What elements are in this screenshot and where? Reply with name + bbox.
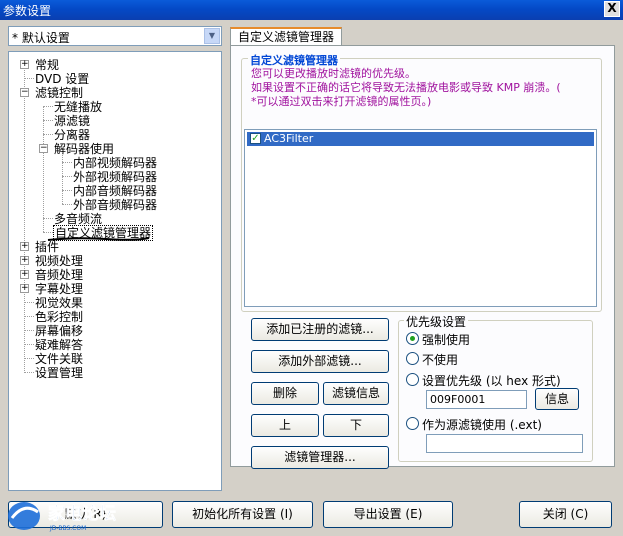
tree-item-internal-audio-decoder[interactable]: 内部音频解码器 (73, 184, 157, 198)
tree-item-screen-offset[interactable]: 屏幕偏移 (35, 324, 83, 338)
info-line: 您可以更改播放时滤镜的优先级。 (251, 67, 416, 80)
tree-line (43, 106, 53, 107)
collapse-icon[interactable]: − (20, 88, 29, 97)
radio-disable-label: 不使用 (422, 353, 459, 367)
expand-icon[interactable]: + (20, 60, 29, 69)
radio-force-use-label: 强制使用 (422, 333, 471, 347)
tree-line (24, 316, 34, 317)
priority-hex-input[interactable]: 009F0001 (426, 390, 527, 409)
tree-line (43, 120, 53, 121)
tree-item-settings-management[interactable]: 设置管理 (35, 366, 83, 380)
radio-as-source-label: 作为源滤镜使用 (.ext) (422, 418, 542, 432)
radio-disable[interactable] (406, 352, 419, 365)
info-line: *可以通过双击来打开滤镜的属性页。) (251, 95, 432, 108)
expand-icon[interactable]: + (20, 256, 29, 265)
tree-item-video-processing[interactable]: 视频处理 (35, 254, 83, 268)
profile-select[interactable]: * 默认设置 ▼ (8, 26, 222, 46)
tree-item-troubleshooting[interactable]: 疑难解答 (35, 338, 83, 352)
svg-text:家电论坛: 家电论坛 (48, 503, 116, 524)
tree-line (62, 176, 72, 177)
tree-line (24, 358, 34, 359)
tree-line (24, 65, 25, 373)
filter-list[interactable]: ✓ AC3Filter (244, 129, 597, 307)
tree-item-general[interactable]: 常规 (35, 58, 59, 72)
profile-select-value: * 默认设置 (12, 31, 70, 45)
radio-force-use[interactable] (406, 332, 419, 345)
radio-set-priority[interactable] (406, 373, 419, 386)
tree-line (24, 372, 34, 373)
tree-line (62, 204, 72, 205)
tree-line (24, 78, 34, 79)
window-title: 参数设置 (3, 4, 52, 18)
filter-name: AC3Filter (264, 132, 314, 145)
priority-info-button[interactable]: 信息 (535, 388, 579, 410)
expand-icon[interactable]: + (20, 242, 29, 251)
tree-item-plugins[interactable]: 插件 (35, 240, 59, 254)
close-button[interactable]: 关闭 (C) (519, 501, 612, 528)
move-down-button[interactable]: 下 (323, 414, 389, 437)
tree-item-external-video-decoder[interactable]: 外部视频解码器 (73, 170, 157, 184)
tree-item-multi-audio[interactable]: 多音频流 (54, 212, 102, 226)
expand-icon[interactable]: + (20, 270, 29, 279)
collapse-icon[interactable]: − (39, 144, 48, 153)
filter-manager-button[interactable]: 滤镜管理器... (251, 446, 389, 469)
list-item[interactable]: ✓ AC3Filter (247, 132, 594, 146)
info-line: 如果设置不正确的话它将导致无法播放电影或导致 KMP 崩溃。( (251, 81, 561, 94)
tree-item-dvd[interactable]: DVD 设置 (35, 72, 89, 86)
filter-info-button[interactable]: 滤镜信息 (323, 382, 389, 405)
export-settings-button[interactable]: 导出设置 (E) (323, 501, 453, 528)
delete-button[interactable]: 删除 (251, 382, 319, 405)
settings-tree[interactable]: + − − + + + + 常规 DVD 设置 滤镜控制 无缝播放 源滤镜 分离… (8, 51, 222, 491)
site-watermark-logo: 家电论坛 JD-BBS.COM (8, 502, 116, 532)
tree-line (24, 344, 34, 345)
tree-item-audio-processing[interactable]: 音频处理 (35, 268, 83, 282)
chevron-down-icon[interactable]: ▼ (204, 28, 220, 44)
radio-set-priority-label: 设置优先级 (以 hex 形式) (422, 374, 561, 388)
tree-line (24, 330, 34, 331)
check-icon[interactable]: ✓ (250, 133, 261, 144)
title-bar: 参数设置 X (0, 0, 623, 20)
tab-custom-filter-manager[interactable]: 自定义滤镜管理器 (230, 27, 342, 46)
tree-item-file-association[interactable]: 文件关联 (35, 352, 83, 366)
tree-item-external-audio-decoder[interactable]: 外部音频解码器 (73, 198, 157, 212)
tree-item-source-filter[interactable]: 源滤镜 (54, 114, 90, 128)
tree-item-color-control[interactable]: 色彩控制 (35, 310, 83, 324)
info-text: 您可以更改播放时滤镜的优先级。 如果设置不正确的话它将导致无法播放电影或导致 K… (251, 67, 596, 109)
tree-item-subtitle-processing[interactable]: 字幕处理 (35, 282, 83, 296)
source-ext-input[interactable] (426, 434, 583, 453)
init-all-settings-button[interactable]: 初始化所有设置 (I) (172, 501, 313, 528)
tree-line (43, 134, 53, 135)
tree-line (43, 232, 53, 233)
tree-line (62, 162, 72, 163)
tree-item-seamless[interactable]: 无缝播放 (54, 100, 102, 114)
move-up-button[interactable]: 上 (251, 414, 319, 437)
tree-item-splitter[interactable]: 分离器 (54, 128, 90, 142)
hand-drawn-underline (47, 237, 150, 241)
tree-item-filter-control[interactable]: 滤镜控制 (35, 86, 83, 100)
priority-group-title: 优先级设置 (404, 313, 469, 330)
tree-line (62, 190, 72, 191)
tree-line (43, 107, 44, 232)
expand-icon[interactable]: + (20, 284, 29, 293)
tree-item-internal-video-decoder[interactable]: 内部视频解码器 (73, 156, 157, 170)
group-title: 自定义滤镜管理器 (248, 52, 340, 68)
tree-item-visual-effects[interactable]: 视觉效果 (35, 296, 83, 310)
add-external-filter-button[interactable]: 添加外部滤镜... (251, 350, 389, 373)
close-window-button[interactable]: X (604, 1, 620, 17)
radio-as-source[interactable] (406, 417, 419, 430)
tree-item-decoder-usage[interactable]: 解码器使用 (54, 142, 114, 156)
add-registered-filter-button[interactable]: 添加已注册的滤镜... (251, 318, 389, 341)
tree-line (43, 218, 53, 219)
svg-text:JD-BBS.COM: JD-BBS.COM (49, 525, 86, 532)
tree-line (24, 302, 34, 303)
